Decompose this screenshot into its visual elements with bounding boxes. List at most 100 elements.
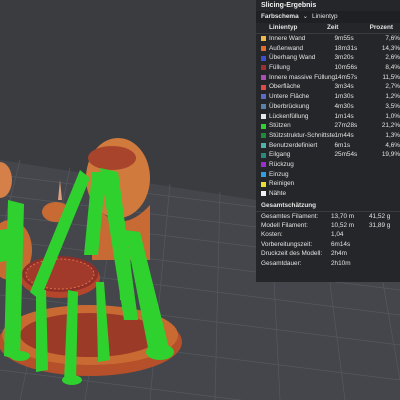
line-type-percent: 1,2%	[385, 93, 400, 101]
color-scheme-label: Farbschema	[261, 13, 299, 20]
line-type-label: Untere Fläche	[269, 93, 310, 101]
line-type-row[interactable]: Benutzerdefiniert 6m1s 4,6%	[256, 141, 400, 151]
summary-label: Vorbereitungszeit:	[261, 240, 313, 248]
line-type-label: Stützen	[269, 122, 291, 130]
line-type-row[interactable]: Oberfläche 3m34s 2,7%	[256, 82, 400, 92]
line-type-row[interactable]: Stützen 27m28s 21,2%	[256, 121, 400, 131]
line-type-time: 1m44s	[334, 131, 354, 139]
summary-label: Modell Filament:	[261, 222, 308, 230]
line-type-time: 1m30s	[334, 93, 354, 101]
line-type-row[interactable]: Überbrückung 4m30s 3,5%	[256, 102, 400, 112]
summary-row: Gesamtes Filament: 13,70 m 41,52 g	[256, 212, 400, 221]
line-type-time: 6m1s	[334, 141, 351, 149]
line-type-row[interactable]: Einzug	[256, 170, 400, 180]
summary-value-secondary: 41,52 g	[369, 212, 391, 220]
summary-label: Druckzeit des Modell:	[261, 250, 323, 258]
line-type-label: Eilgang	[269, 151, 291, 159]
summary-value: 10,52 m	[331, 222, 355, 230]
line-type-percent: 2,7%	[385, 83, 400, 91]
line-type-row[interactable]: Stützstruktur-Schnittstelle 1m44s 1,3%	[256, 131, 400, 141]
line-type-percent: 14,3%	[381, 44, 400, 52]
line-type-table-header: Linientyp Zeit Prozent	[256, 23, 400, 34]
summary-row: Vorbereitungszeit: 6m14s	[256, 240, 400, 249]
line-type-row[interactable]: Rückzug	[256, 160, 400, 170]
summary-value: 13,70 m	[331, 212, 355, 220]
color-swatch	[261, 104, 266, 110]
summary-row: Gesamtdauer: 2h10m	[256, 259, 400, 268]
line-type-row[interactable]: Lückenfüllung 1m14s 1,0%	[256, 112, 400, 122]
color-swatch	[261, 181, 266, 187]
chevron-down-icon[interactable]: ⌄	[303, 11, 308, 23]
line-type-percent: 3,5%	[385, 102, 400, 110]
line-type-percent: 4,6%	[385, 141, 400, 149]
color-swatch	[261, 55, 266, 61]
color-swatch	[261, 162, 266, 168]
line-type-time: 3m20s	[334, 54, 354, 62]
summary-title: Gesamtschätzung	[256, 201, 400, 212]
line-type-label: Stützstruktur-Schnittstelle	[269, 131, 335, 139]
line-type-time: 3m34s	[334, 83, 354, 91]
header-percent: Prozent	[369, 24, 393, 31]
summary-value-secondary	[369, 240, 399, 249]
header-line-type: Linientyp	[269, 24, 298, 31]
line-type-percent: 19,9%	[381, 151, 400, 159]
line-type-row[interactable]: Innere massive Füllung 14m57s 11,5%	[256, 73, 400, 83]
line-type-list: Innere Wand 9m55s 7,6% Außenwand 18m31s 14,3%…	[256, 34, 400, 199]
summary-label: Kosten:	[261, 231, 283, 239]
line-type-label: Nähte	[269, 190, 287, 197]
summary-value: 6m14s	[331, 240, 351, 248]
line-type-percent: 21,2%	[381, 122, 400, 130]
line-type-row[interactable]: Füllung 10m56s 8,4%	[256, 63, 400, 73]
line-type-label: Benutzerdefiniert	[269, 141, 318, 149]
line-type-time: 4m30s	[334, 102, 354, 110]
line-type-time: 9m55s	[334, 35, 354, 42]
header-time: Zeit	[327, 24, 339, 31]
line-type-label: Lückenfüllung	[269, 112, 309, 120]
line-type-row[interactable]: Überhang Wand 3m20s 2,6%	[256, 53, 400, 63]
summary-value-secondary	[369, 259, 399, 268]
line-type-percent: 8,4%	[385, 64, 400, 72]
line-type-label: Überbrückung	[269, 102, 310, 110]
line-type-percent: 1,3%	[385, 131, 400, 139]
line-type-label: Rückzug	[269, 160, 294, 168]
summary-value-secondary	[369, 249, 399, 258]
line-type-row[interactable]: Eilgang 25m54s 19,9%	[256, 150, 400, 160]
line-type-row[interactable]: Innere Wand 9m55s 7,6%	[256, 34, 400, 44]
line-type-label: Reinigen	[269, 180, 295, 188]
line-type-label: Innere massive Füllung	[269, 73, 335, 81]
line-type-row[interactable]: Außenwand 18m31s 14,3%	[256, 44, 400, 54]
line-type-percent: 11,5%	[382, 73, 400, 81]
color-scheme-select[interactable]: Linientyp	[312, 11, 338, 23]
line-type-time: 18m31s	[334, 44, 358, 52]
color-swatch	[261, 75, 266, 81]
color-swatch	[261, 113, 266, 119]
color-swatch	[261, 142, 266, 148]
line-type-percent: 2,6%	[385, 54, 400, 62]
summary-row: Modell Filament: 10,52 m 31,89 g	[256, 221, 400, 230]
line-type-time: 1m14s	[334, 112, 354, 120]
line-type-percent: 1,0%	[385, 112, 400, 120]
summary-value: 2h4m	[331, 250, 347, 258]
line-type-time: 27m28s	[334, 122, 358, 130]
slicing-result-panel: Slicing-Ergebnis Farbschema ⌄ Linientyp …	[256, 0, 400, 282]
line-type-time: 14m57s	[334, 73, 358, 81]
summary-value-secondary	[369, 230, 399, 239]
summary-value: 2h10m	[331, 259, 351, 267]
color-swatch	[261, 94, 266, 100]
summary-row: Kosten: 1,04	[256, 230, 400, 239]
color-scheme-row[interactable]: Farbschema ⌄ Linientyp	[256, 11, 400, 23]
color-swatch	[261, 84, 266, 90]
color-swatch	[261, 46, 266, 52]
line-type-label: Füllung	[269, 64, 290, 72]
line-type-label: Außenwand	[269, 44, 304, 52]
line-type-row[interactable]: Nähte	[256, 189, 400, 199]
color-swatch	[261, 123, 266, 129]
line-type-row[interactable]: Untere Fläche 1m30s 1,2%	[256, 92, 400, 102]
color-swatch	[261, 65, 266, 71]
line-type-label: Innere Wand	[269, 35, 306, 42]
color-swatch	[261, 191, 266, 197]
color-swatch	[261, 171, 266, 177]
line-type-label: Einzug	[269, 170, 289, 178]
line-type-row[interactable]: Reinigen	[256, 179, 400, 189]
line-type-time: 10m56s	[334, 64, 358, 72]
